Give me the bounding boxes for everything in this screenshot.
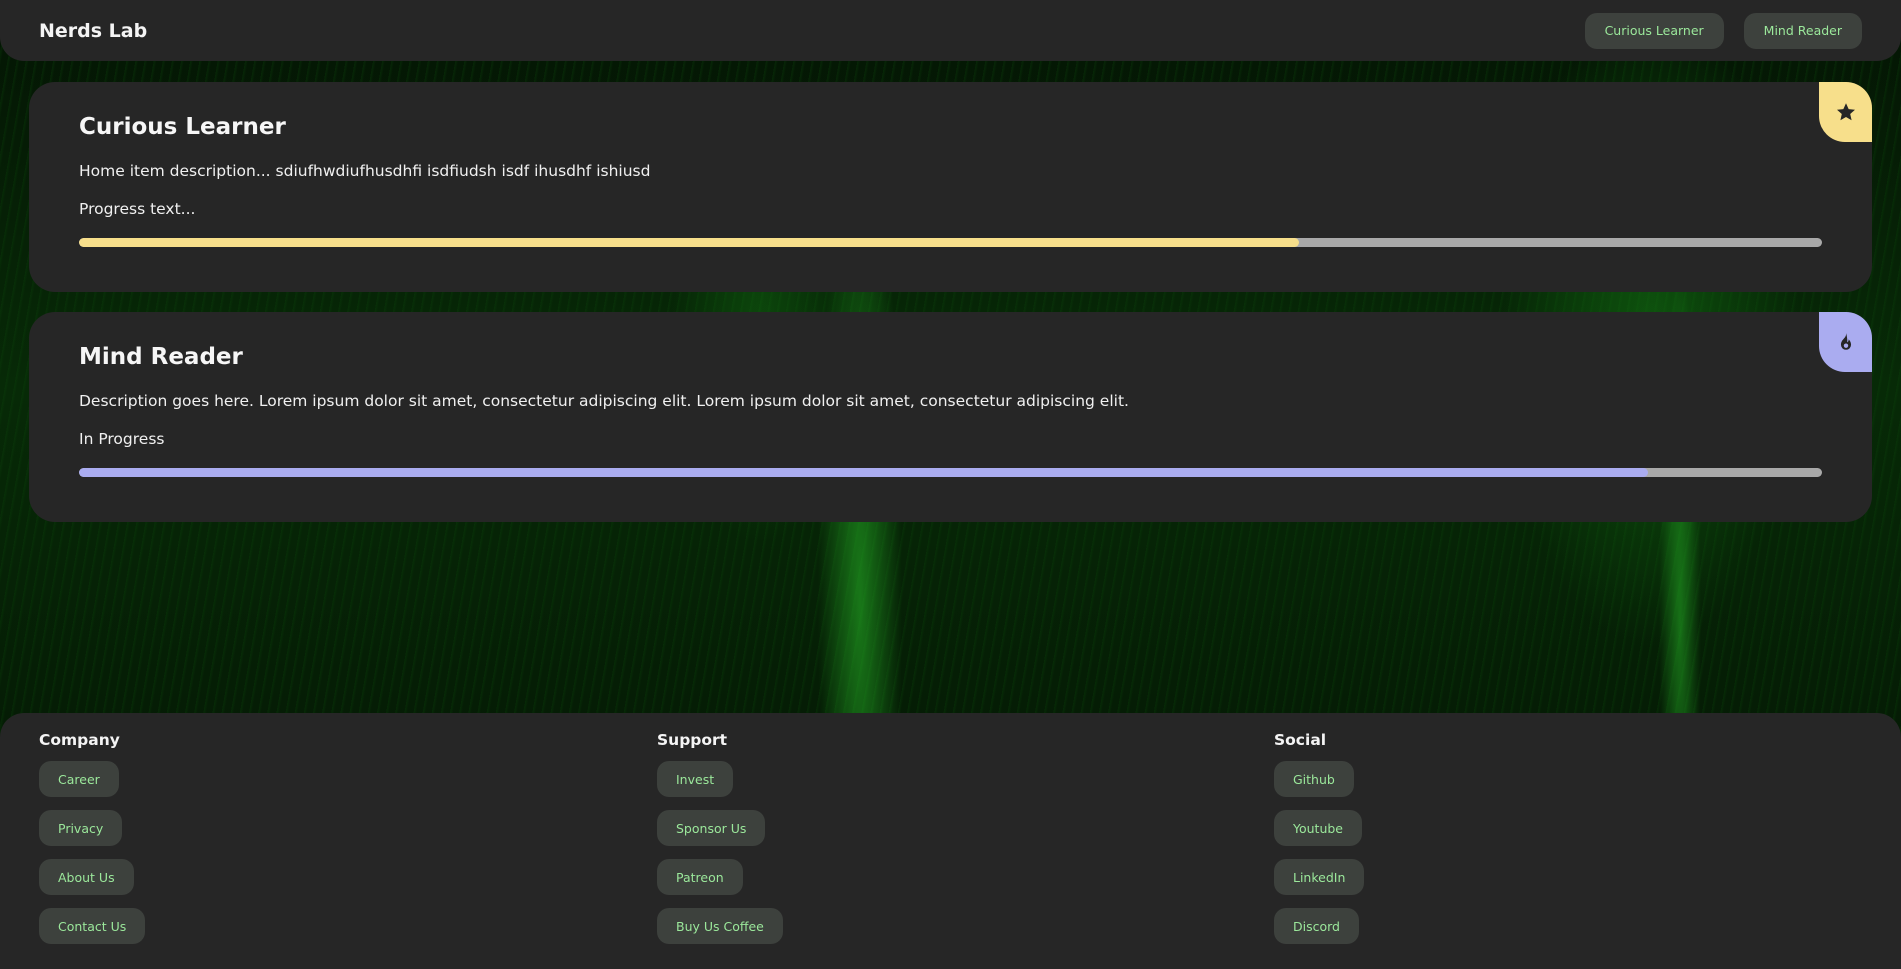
footer-link-discord[interactable]: Discord: [1274, 908, 1359, 944]
footer-column-support: Support Invest Sponsor Us Patreon Buy Us…: [657, 731, 783, 944]
footer-link-github[interactable]: Github: [1274, 761, 1354, 797]
footer-link-about-us[interactable]: About Us: [39, 859, 134, 895]
progress-bar-fill: [79, 238, 1300, 247]
card-description: Home item description... sdiufhwdiufhusd…: [79, 162, 651, 180]
flame-icon: [1840, 332, 1851, 350]
brand-logo-text[interactable]: Nerds Lab: [39, 20, 147, 42]
footer-link-career[interactable]: Career: [39, 761, 119, 797]
footer-link-contact-us[interactable]: Contact Us: [39, 908, 146, 944]
card-title: Curious Learner: [79, 114, 286, 140]
footer-heading: Social: [1274, 731, 1327, 749]
card-description: Description goes here. Lorem ipsum dolor…: [79, 392, 1129, 410]
footer-column-social: Social Github Youtube LinkedIn Discord: [1274, 731, 1365, 944]
footer-link-sponsor-us[interactable]: Sponsor Us: [657, 810, 766, 846]
header-nav: Curious Learner Mind Reader: [1584, 12, 1862, 49]
card-badge: [1819, 312, 1872, 372]
card-progress-text: Progress text...: [79, 200, 196, 218]
star-icon: [1836, 103, 1855, 121]
mind-reader-card[interactable]: Mind Reader Description goes here. Lorem…: [29, 312, 1872, 522]
footer-link-youtube[interactable]: Youtube: [1274, 810, 1362, 846]
site-footer: Company Career Privacy About Us Contact …: [0, 713, 1901, 969]
footer-heading: Support: [657, 731, 728, 749]
card-badge: [1819, 82, 1872, 142]
footer-link-buy-us-coffee[interactable]: Buy Us Coffee: [657, 908, 783, 944]
card-title: Mind Reader: [79, 344, 243, 370]
footer-link-linkedin[interactable]: LinkedIn: [1274, 859, 1365, 895]
footer-link-invest[interactable]: Invest: [657, 761, 734, 797]
footer-link-privacy[interactable]: Privacy: [39, 810, 123, 846]
progress-bar: [79, 468, 1822, 477]
nav-curious-learner-button[interactable]: Curious Learner: [1584, 12, 1724, 49]
card-progress-text: In Progress: [79, 430, 165, 448]
progress-bar-fill: [79, 468, 1648, 477]
progress-bar: [79, 238, 1822, 247]
top-nav-bar: Nerds Lab Curious Learner Mind Reader: [0, 0, 1901, 61]
nav-mind-reader-button[interactable]: Mind Reader: [1743, 12, 1862, 49]
footer-column-company: Company Career Privacy About Us Contact …: [39, 731, 146, 944]
footer-link-patreon[interactable]: Patreon: [657, 859, 743, 895]
curious-learner-card[interactable]: Curious Learner Home item description...…: [29, 82, 1872, 292]
footer-heading: Company: [39, 731, 120, 749]
